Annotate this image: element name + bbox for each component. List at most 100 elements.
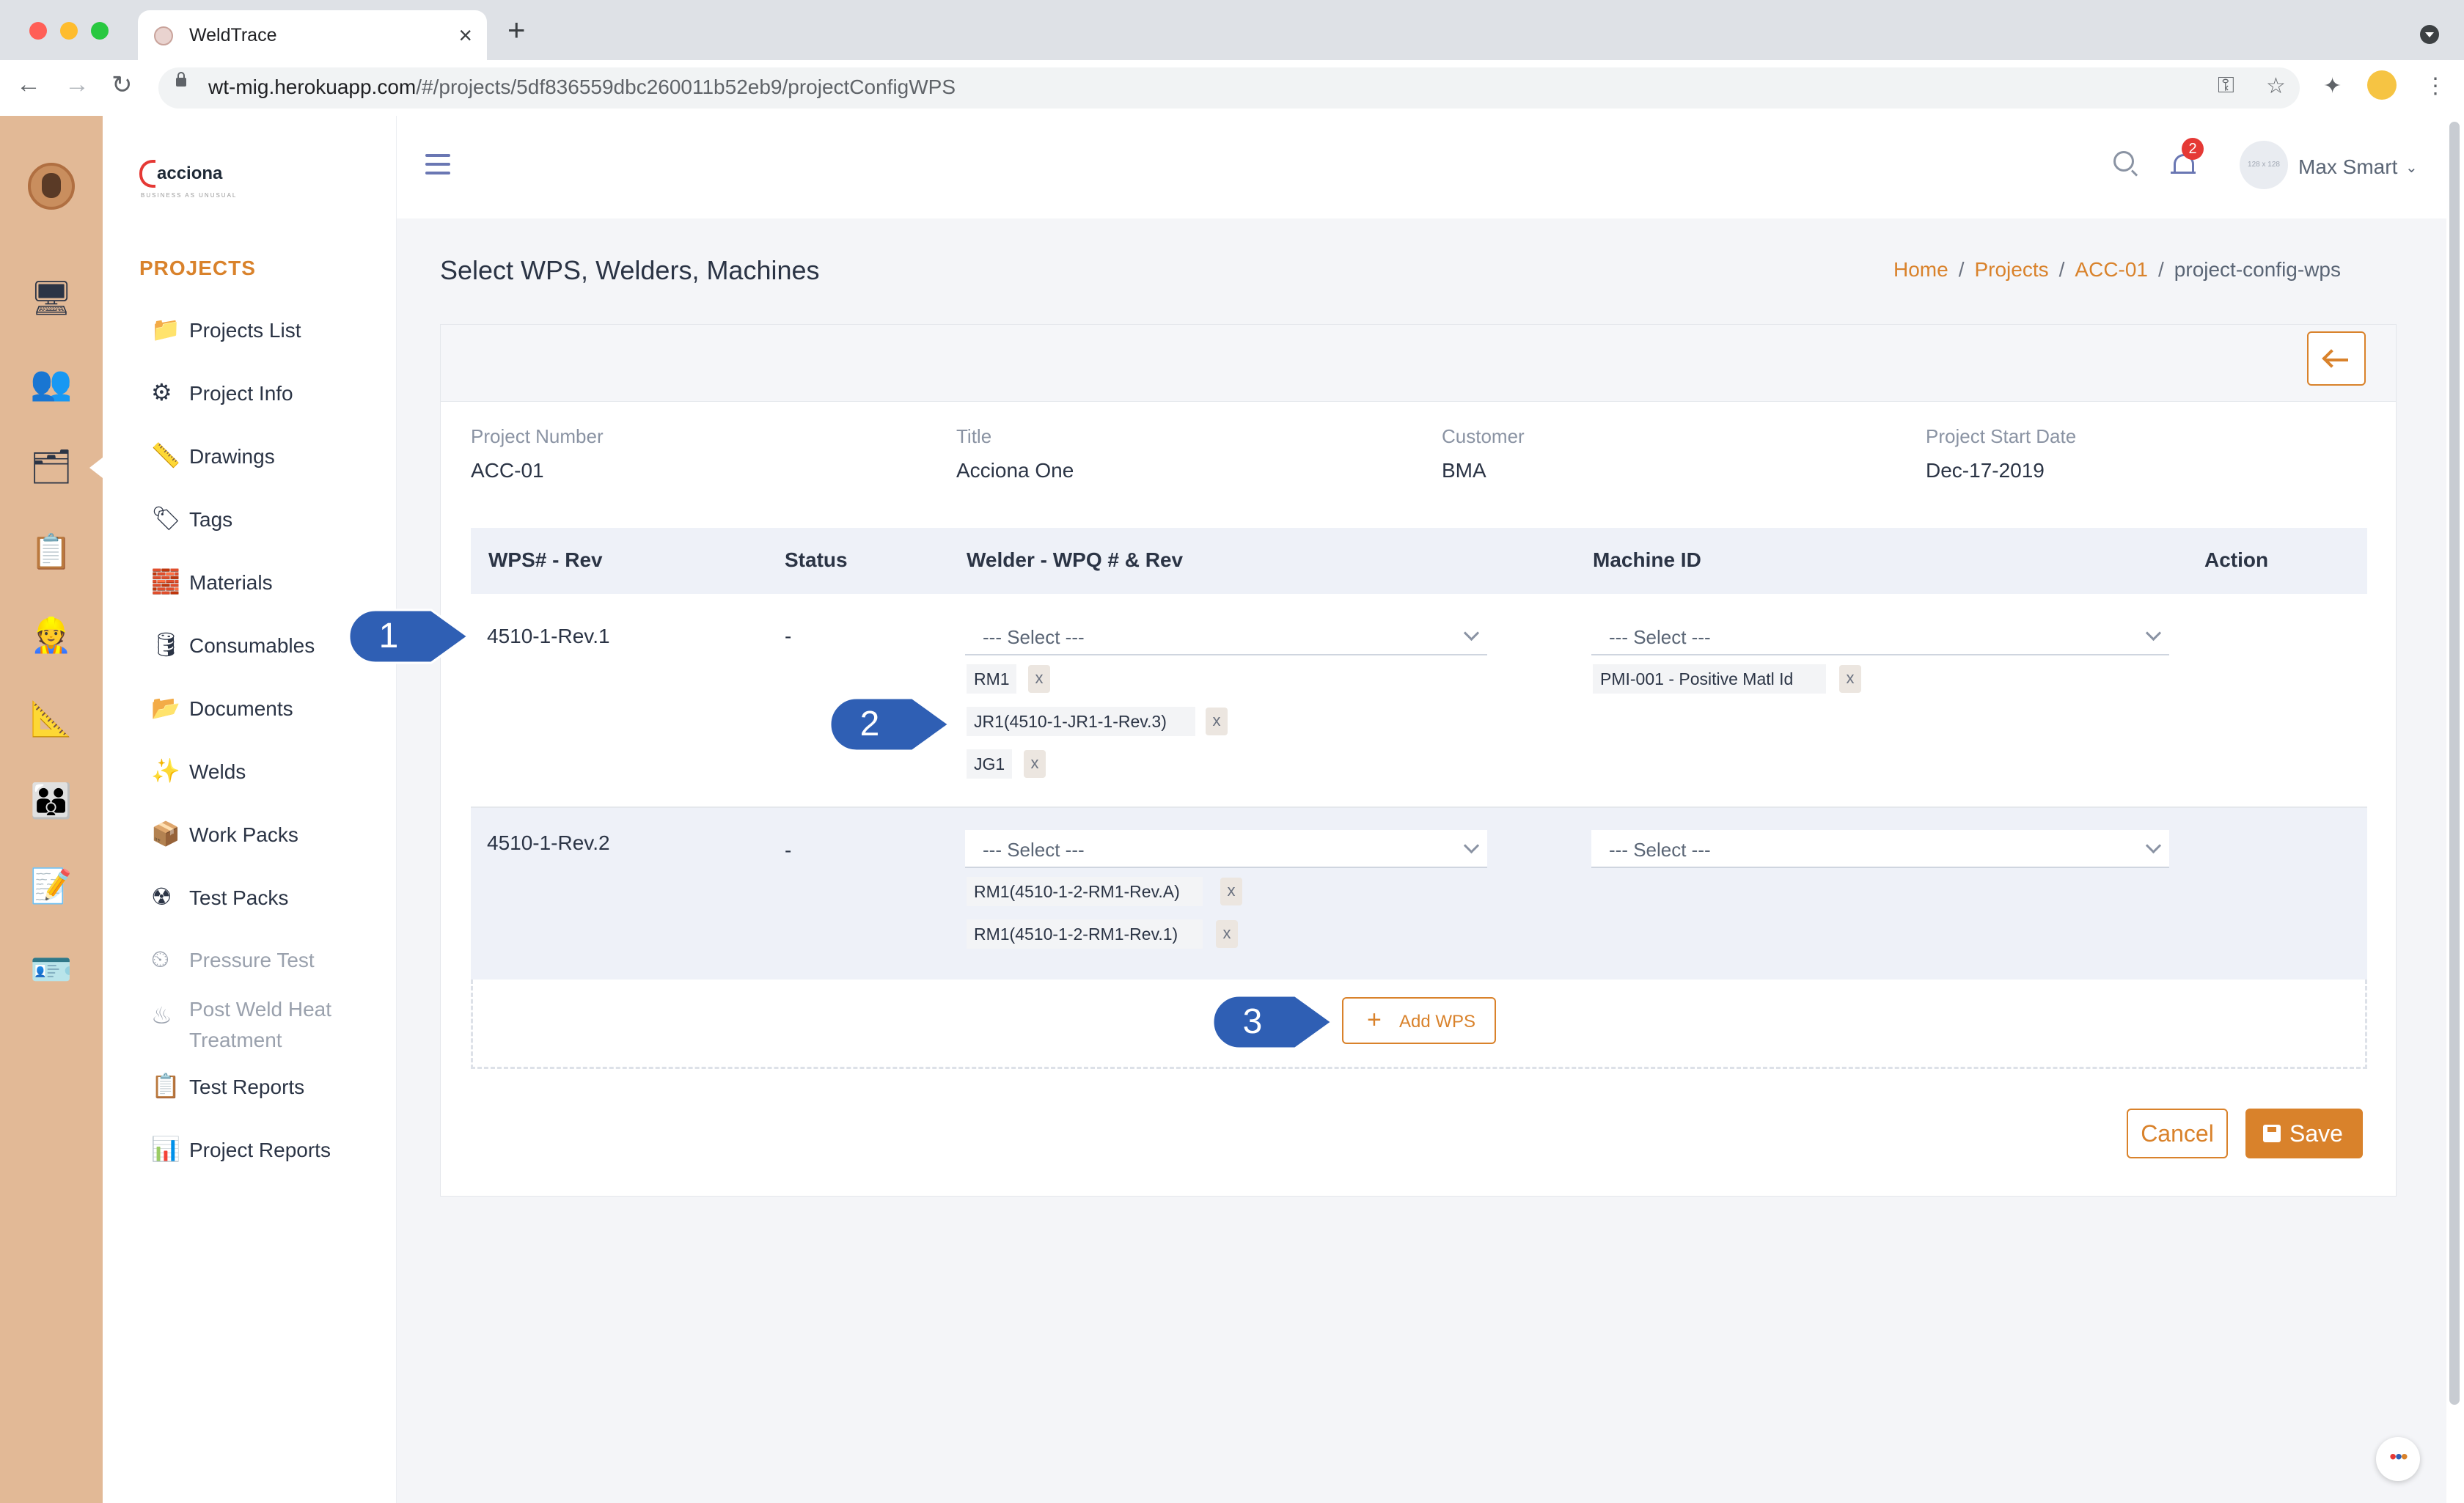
radiation-icon: ☢ [151,883,172,910]
sidebar-item-consumables[interactable]: 🛢 Consumables [151,631,315,658]
chip-remove-button[interactable]: x [1216,920,1238,948]
team-icon[interactable]: 👪 [25,777,78,824]
sidebar-item-documents[interactable]: 📂 Documents [151,694,293,721]
floppy-disk-icon [2263,1125,2281,1142]
url-host: wt-mig.herokuapp.com [208,76,417,98]
browser-menu-icon[interactable]: ⋮ [2424,73,2446,99]
sidebar-item-label: Projects List [189,319,301,342]
sidebar-item-work-packs[interactable]: 📦 Work Packs [151,820,298,848]
customer-label: Customer [1442,425,1525,447]
project-number-value: ACC-01 [471,459,544,482]
avatar[interactable]: 128 x 128 [2240,141,2288,189]
back-arrow-icon[interactable]: ← [16,70,41,99]
chip-remove-button[interactable]: x [1220,878,1242,905]
add-wps-label: Add WPS [1399,1012,1476,1032]
clipboard-gear-icon[interactable]: 📋 [25,528,78,575]
back-button[interactable] [2307,331,2366,386]
chevron-down-icon[interactable]: ⌄ [2405,158,2418,177]
chip-remove-button[interactable]: x [1839,665,1861,693]
lock-icon[interactable] [176,72,186,87]
company-logo[interactable]: acciona BUSINESS AS UNUSUAL [139,160,235,199]
monitor-icon[interactable]: 🖥 [25,274,78,321]
select-value: --- Select --- [983,839,1085,861]
profile-avatar-icon[interactable] [2367,70,2397,100]
wps-cell: 4510-1-Rev.1 [487,625,610,647]
machine-select[interactable]: --- Select --- [1591,830,2169,868]
breadcrumb-home[interactable]: Home [1893,258,1948,281]
project-number-label: Project Number [471,425,604,447]
close-tab-icon[interactable]: × [458,22,472,49]
url-path: /#/projects/5df836559dbc260011b52eb9/pro… [416,76,956,98]
projects-folder-icon[interactable]: 🗂 [25,443,78,490]
chat-widget-icon[interactable]: ••• [2376,1437,2420,1481]
welder-icon[interactable]: 👷 [25,611,78,658]
gauge-icon: ⏲ [151,946,169,972]
checklist-clock-icon[interactable]: 📝 [25,862,78,909]
window-zoom-button[interactable] [91,22,109,40]
browser-tab[interactable]: WeldTrace × [138,10,487,60]
sidebar-item-label: Post Weld Heat [189,998,332,1021]
start-date-value: Dec-17-2019 [1926,459,2045,482]
chip-remove-button[interactable]: x [1028,665,1050,693]
sidebar-section-title: PROJECTS [139,257,256,279]
welder-select[interactable]: --- Select --- [965,617,1487,655]
weld-sparks-icon: ✨ [151,757,180,784]
sidebar-item-project-info[interactable]: ⚙ Project Info [151,378,293,406]
welder-chip: JG1 [967,749,1012,779]
sidebar-item-post-weld-heat-treatment[interactable]: ♨ Post Weld Heat Treatment [151,994,331,1056]
star-icon[interactable]: ☆ [2266,73,2286,99]
sidebar-item-materials[interactable]: 🧱 Materials [151,567,273,595]
logo-tagline: BUSINESS AS UNUSUAL [141,192,238,199]
sidebar-item-projects-list[interactable]: 📁 Projects List [151,315,301,343]
chevron-down-icon [2145,837,2162,854]
badge-icon[interactable]: 🪪 [25,946,78,993]
cancel-button[interactable]: Cancel [2127,1109,2228,1158]
org-chart-icon[interactable]: 👥 [25,359,78,406]
sidebar-item-project-reports[interactable]: 📊 Project Reports [151,1135,331,1163]
sidebar-item-welds[interactable]: ✨ Welds [151,757,246,784]
welder-select[interactable]: --- Select --- [965,830,1487,868]
tab-search-icon[interactable] [2420,25,2439,44]
breadcrumb-project[interactable]: ACC-01 [2075,258,2148,281]
scrollbar-thumb[interactable] [2449,122,2460,1405]
sidebar-item-label: Project Reports [189,1139,331,1161]
drum-icon: 🛢 [151,631,181,658]
wps-cell: 4510-1-Rev.2 [487,831,610,854]
sidebar-item-label: Test Reports [189,1076,305,1098]
window-close-button[interactable] [29,22,47,40]
hamburger-menu-icon[interactable] [425,154,450,176]
breadcrumb: Home / Projects / ACC-01/project-config-wps [1893,258,2341,281]
breadcrumb-projects[interactable]: Projects [1974,258,2048,281]
chip-remove-button[interactable]: x [1206,708,1228,735]
key-icon[interactable]: ⚿ [2218,73,2234,98]
sidebar-item-label: Test Packs [189,886,289,909]
status-cell: - [785,839,792,861]
heater-icon: ♨ [151,1002,172,1029]
column-header-machine: Machine ID [1593,548,1701,571]
reload-icon[interactable]: ↻ [111,70,133,100]
machine-select[interactable]: --- Select --- [1591,617,2169,655]
window-minimize-button[interactable] [60,22,78,40]
sidebar-item-drawings[interactable]: 📏 Drawings [151,441,275,469]
new-tab-button[interactable]: + [507,15,526,45]
forward-arrow-icon[interactable]: → [65,70,89,99]
user-name[interactable]: Max Smart [2298,155,2397,179]
blueprint-icon[interactable]: 📐 [25,695,78,742]
user-avatar-icon[interactable] [28,163,75,210]
chip-remove-button[interactable]: x [1024,750,1046,778]
chevron-down-icon [2145,625,2162,642]
title-value: Acciona One [956,459,1074,482]
select-value: --- Select --- [1609,839,1711,861]
save-button[interactable]: Save [2245,1109,2363,1158]
extensions-icon[interactable]: ✦ [2323,73,2342,99]
sidebar-item-label: Welds [189,760,246,783]
sidebar-item-label: Documents [189,697,293,720]
sidebar-item-pressure-test[interactable]: ⏲ Pressure Test [151,946,315,974]
add-wps-button[interactable]: + Add WPS [1342,997,1496,1044]
sidebar-item-tags[interactable]: 🏷 Tags [151,504,232,532]
url-text[interactable]: wt-mig.herokuapp.com/#/projects/5df83655… [208,76,956,99]
sidebar-item-test-packs[interactable]: ☢ Test Packs [151,883,288,911]
chevron-down-icon [1463,625,1480,642]
search-icon[interactable] [2113,151,2134,172]
sidebar-item-test-reports[interactable]: 📋 Test Reports [151,1072,304,1100]
